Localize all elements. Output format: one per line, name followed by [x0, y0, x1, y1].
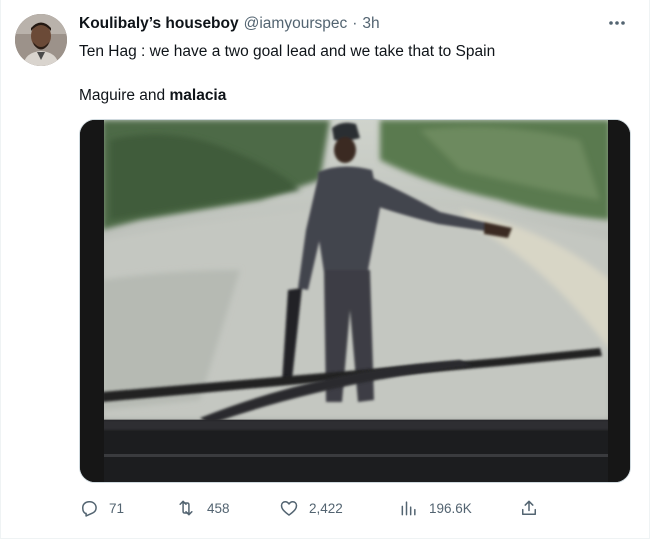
heart-icon [280, 501, 298, 516]
retweet-count: 458 [207, 500, 230, 516]
tweet-text-line-2: Maguire and malacia [79, 86, 625, 106]
timestamp[interactable]: 3h [362, 15, 379, 33]
share-icon [522, 500, 536, 515]
action-bar: 71 458 2,422 196.6K [79, 497, 549, 519]
like-button[interactable]: 2,422 [279, 497, 343, 519]
tweet-text-bold: malacia [169, 87, 227, 104]
tweet-text-line-1: Ten Hag : we have a two goal lead and we… [79, 43, 496, 60]
tweet-text-prefix: Maguire and [79, 87, 170, 104]
reply-button[interactable]: 71 [79, 497, 124, 519]
views-button[interactable]: 196.6K [399, 497, 472, 519]
like-count: 2,422 [309, 500, 343, 516]
more-horizontal-icon [609, 21, 625, 25]
retweet-button[interactable]: 458 [175, 497, 230, 519]
share-button[interactable] [519, 497, 539, 519]
tweet-text: Ten Hag : we have a two goal lead and we… [79, 42, 625, 106]
views-bar-chart-icon [401, 501, 416, 516]
tweet-media-image[interactable] [79, 119, 631, 483]
views-count: 196.6K [429, 500, 472, 516]
reply-icon [82, 501, 97, 517]
display-name[interactable]: Koulibaly’s houseboy [79, 15, 239, 33]
separator-dot: · [352, 15, 358, 32]
retweet-icon [179, 500, 193, 516]
reply-count: 71 [109, 500, 125, 516]
more-options-button[interactable] [605, 14, 629, 32]
avatar[interactable] [15, 14, 67, 66]
user-handle[interactable]: @iamyourspec [244, 15, 348, 33]
tweet-card[interactable]: Koulibaly’s houseboy @iamyourspec · 3h T… [0, 0, 650, 539]
